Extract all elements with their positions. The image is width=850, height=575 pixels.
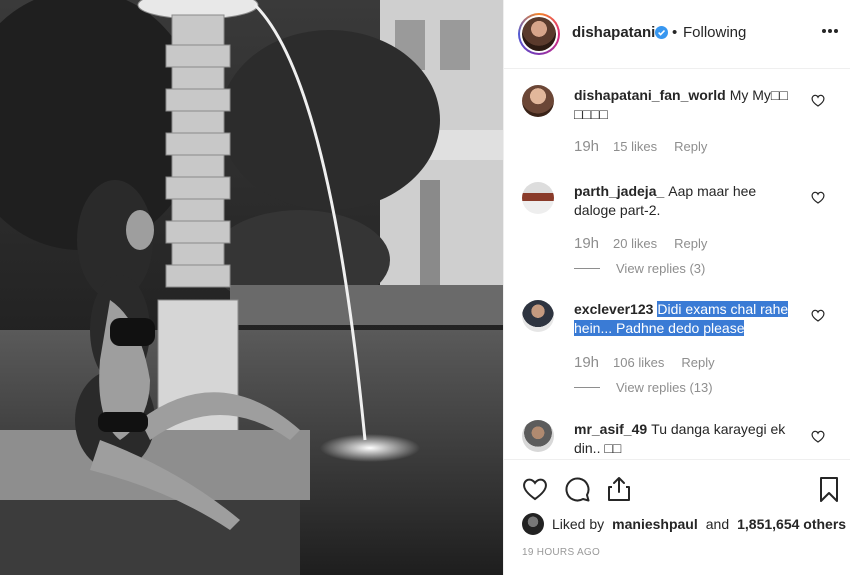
following-button[interactable]: Following	[683, 24, 746, 41]
comments-list[interactable]: dishapatani_fan_world My My□□ □□□□ 19h 15…	[504, 70, 850, 458]
comment-like-heart-icon[interactable]	[811, 309, 825, 322]
comment-body: mr_asif_49 Tu danga karayegi ek din.. □□	[574, 420, 799, 458]
liked-by-and: and	[705, 516, 730, 532]
liked-by-prefix: Liked by	[552, 516, 605, 532]
view-replies-label: View replies (13)	[616, 380, 713, 395]
comment-reply-button[interactable]: Reply	[681, 355, 714, 370]
post-photo[interactable]	[0, 0, 503, 575]
commenter-username[interactable]: mr_asif_49	[574, 421, 647, 437]
commenter-avatar[interactable]	[522, 300, 554, 332]
liker-avatar[interactable]	[522, 513, 544, 535]
more-options-icon[interactable]	[821, 28, 839, 34]
view-replies-line	[574, 387, 600, 388]
view-replies-line	[574, 268, 600, 269]
post-header: dishapatani • Following	[504, 0, 850, 69]
author-avatar[interactable]	[518, 13, 560, 55]
commenter-avatar[interactable]	[522, 85, 554, 117]
comment-meta: 19h 106 likes Reply	[574, 354, 715, 371]
share-icon[interactable]	[605, 475, 633, 503]
view-replies-label: View replies (3)	[616, 261, 706, 276]
author-username[interactable]: dishapatani	[572, 24, 655, 41]
commenter-avatar[interactable]	[522, 420, 554, 452]
commenter-username[interactable]: exclever123	[574, 301, 653, 317]
view-replies-button[interactable]: View replies (3)	[574, 261, 705, 276]
comment-reply-button[interactable]: Reply	[674, 236, 707, 251]
comment-like-heart-icon[interactable]	[811, 94, 825, 107]
comment-body: dishapatani_fan_world My My□□ □□□□	[574, 86, 804, 124]
comment-time: 19h	[574, 354, 600, 371]
comment-text-line-1: Didi exams chal rahe	[657, 301, 789, 317]
separator-dot: •	[672, 24, 678, 41]
commenter-username[interactable]: dishapatani_fan_world	[574, 87, 726, 103]
commenter-username[interactable]: parth_jadeja_	[574, 183, 664, 199]
comment-likes[interactable]: 15 likes	[613, 139, 657, 154]
comment-body: exclever123 Didi exams chal rahe hein... …	[574, 300, 806, 338]
post-side-panel: dishapatani • Following dishapatani_fan_…	[503, 0, 850, 575]
view-replies-button[interactable]: View replies (13)	[574, 380, 713, 395]
post-time-ago[interactable]: 19 HOURS AGO	[522, 547, 600, 558]
comment-like-heart-icon[interactable]	[811, 430, 825, 443]
comment-likes[interactable]: 106 likes	[613, 355, 664, 370]
comment-meta: 19h 15 likes Reply	[574, 138, 707, 155]
bookmark-icon[interactable]	[815, 475, 843, 503]
verified-badge-icon	[655, 26, 668, 39]
comment-time: 19h	[574, 235, 600, 252]
heart-icon[interactable]	[521, 475, 549, 503]
comment-body: parth_jadeja_ Aap maar hee daloge part-2.	[574, 182, 799, 220]
comment-time: 19h	[574, 138, 600, 155]
comment-reply-button[interactable]: Reply	[674, 139, 707, 154]
comment-likes[interactable]: 20 likes	[613, 236, 657, 251]
commenter-avatar[interactable]	[522, 182, 554, 214]
comment-like-heart-icon[interactable]	[811, 191, 825, 204]
liked-by-user[interactable]: manieshpaul	[612, 516, 698, 532]
liked-by-others[interactable]: 1,851,654 others	[737, 516, 846, 532]
comment-text-line-2: hein... Padhne dedo please	[574, 320, 745, 336]
comment-meta: 19h 20 likes Reply	[574, 235, 707, 252]
comment-icon[interactable]	[563, 475, 591, 503]
post-image	[0, 0, 503, 575]
post-actions: Liked by manieshpaul and 1,851,654 other…	[504, 459, 850, 575]
liked-by-summary: Liked by manieshpaul and 1,851,654 other…	[522, 513, 846, 535]
